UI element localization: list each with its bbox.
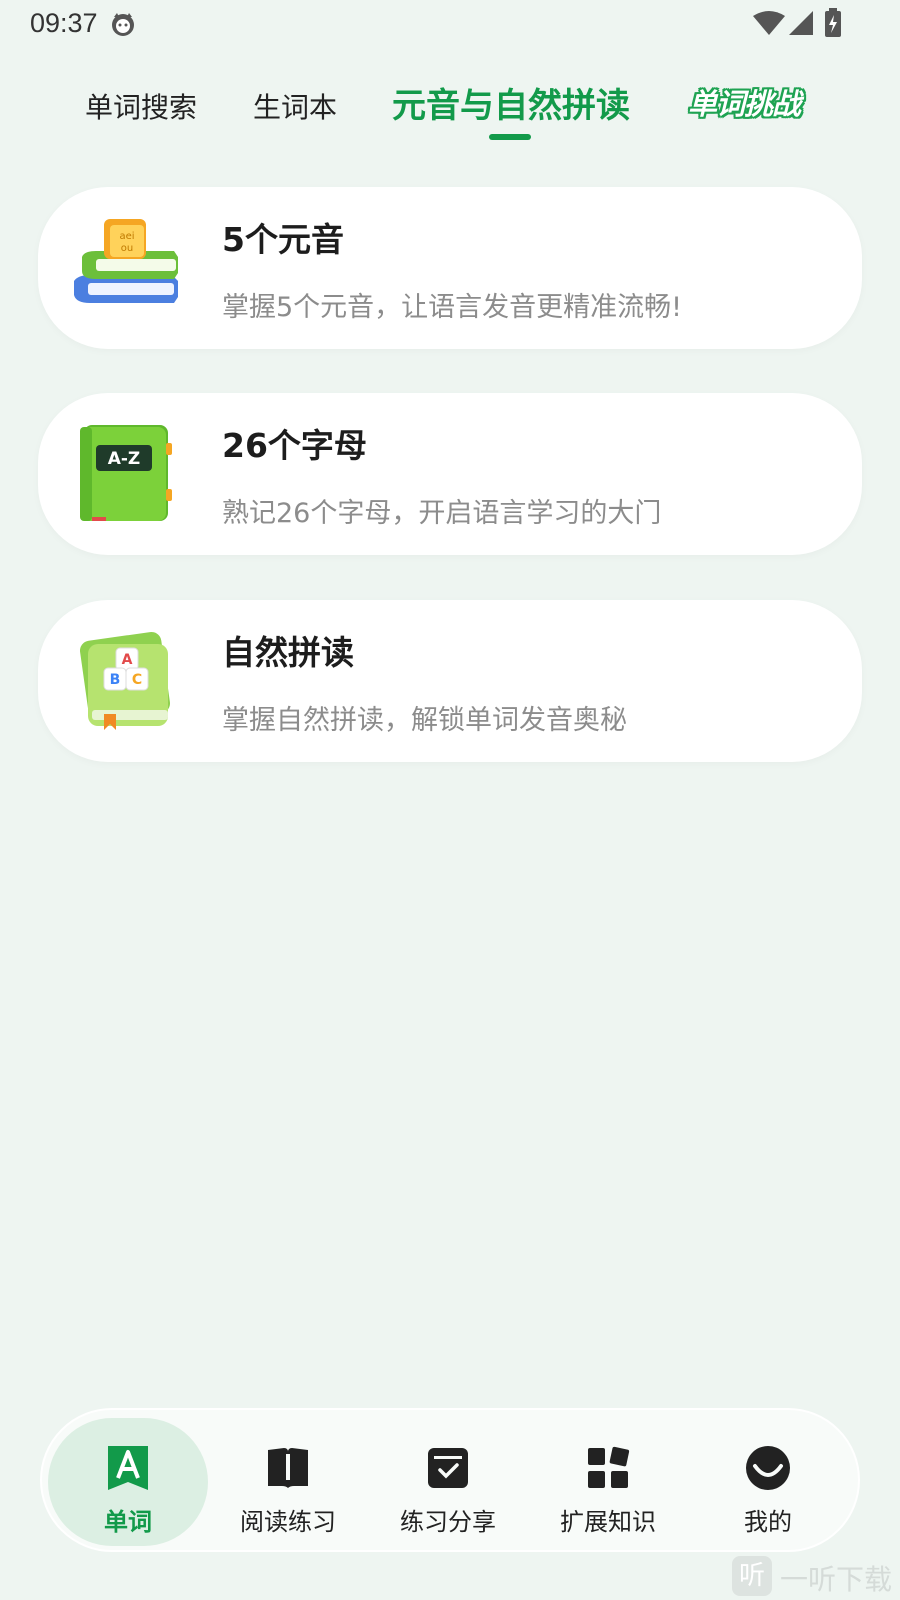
svg-text:A: A	[122, 652, 133, 668]
status-bar: 09:37	[0, 0, 900, 48]
svg-text:aei: aei	[119, 231, 134, 242]
card-title: 26个字母	[222, 426, 367, 465]
tab-word-search[interactable]: 单词搜索	[85, 84, 197, 132]
top-tabs: 单词搜索 生词本 元音与自然拼读 单词挑战	[0, 78, 900, 148]
svg-text:C: C	[132, 672, 142, 688]
watermark: 听 一听下载	[730, 1550, 900, 1600]
tab-word-challenge[interactable]: 单词挑战	[688, 80, 801, 128]
nav-item-mine[interactable]: 我的	[688, 1418, 848, 1546]
nav-item-words[interactable]: 单词	[48, 1418, 208, 1546]
svg-text:A-Z: A-Z	[108, 449, 141, 469]
status-time: 09:37	[30, 8, 98, 38]
tab-vocabulary-book[interactable]: 生词本	[253, 84, 337, 132]
nav-label: 单词	[104, 1508, 152, 1536]
card-vowels[interactable]: aei ou 5个元音 掌握5个元音，让语言发音更精准流畅!	[38, 187, 862, 349]
active-tab-indicator	[489, 134, 531, 140]
cellular-signal-icon	[789, 11, 813, 35]
card-title: 自然拼读	[222, 633, 354, 672]
nav-item-practice-share[interactable]: 练习分享	[368, 1418, 528, 1546]
checked-box-icon	[428, 1448, 468, 1488]
watermark-logo: 听	[732, 1556, 772, 1596]
alphabet-book-icon: A-Z	[80, 425, 172, 521]
open-book-icon	[268, 1448, 308, 1488]
card-description: 掌握5个元音，让语言发音更精准流畅!	[222, 292, 683, 323]
svg-text:ou: ou	[121, 243, 133, 254]
phonics-book-icon: A B C	[79, 631, 171, 730]
svg-text:B: B	[110, 672, 121, 688]
vowel-books-icon: aei ou	[74, 219, 178, 303]
cat-face-icon	[112, 13, 134, 36]
bottom-navigation: 单词 阅读练习 练习分享 扩展知识 我的	[40, 1408, 860, 1552]
wifi-icon	[753, 11, 785, 35]
card-description: 掌握自然拼读，解锁单词发音奥秘	[222, 705, 627, 736]
tab-vowels-phonics[interactable]: 元音与自然拼读	[392, 78, 630, 134]
card-title: 5个元音	[222, 220, 344, 259]
grid-tiles-icon	[588, 1446, 630, 1488]
battery-charging-icon	[825, 8, 841, 37]
status-icons	[752, 8, 852, 38]
card-alphabet[interactable]: A-Z 26个字母 熟记26个字母，开启语言学习的大门	[38, 393, 862, 555]
nav-label: 扩展知识	[560, 1508, 656, 1536]
card-phonics[interactable]: A B C 自然拼读 掌握自然拼读，解锁单词发音奥秘	[38, 600, 862, 762]
smile-face-icon	[746, 1446, 790, 1490]
letter-a-bookmark-icon	[108, 1446, 148, 1490]
nav-label: 练习分享	[400, 1508, 496, 1536]
nav-label: 阅读练习	[240, 1508, 336, 1536]
nav-item-reading-practice[interactable]: 阅读练习	[208, 1418, 368, 1546]
watermark-text: 一听下载	[780, 1563, 893, 1596]
nav-label: 我的	[744, 1508, 792, 1536]
nav-item-extended-knowledge[interactable]: 扩展知识	[528, 1418, 688, 1546]
card-description: 熟记26个字母，开启语言学习的大门	[222, 498, 662, 529]
